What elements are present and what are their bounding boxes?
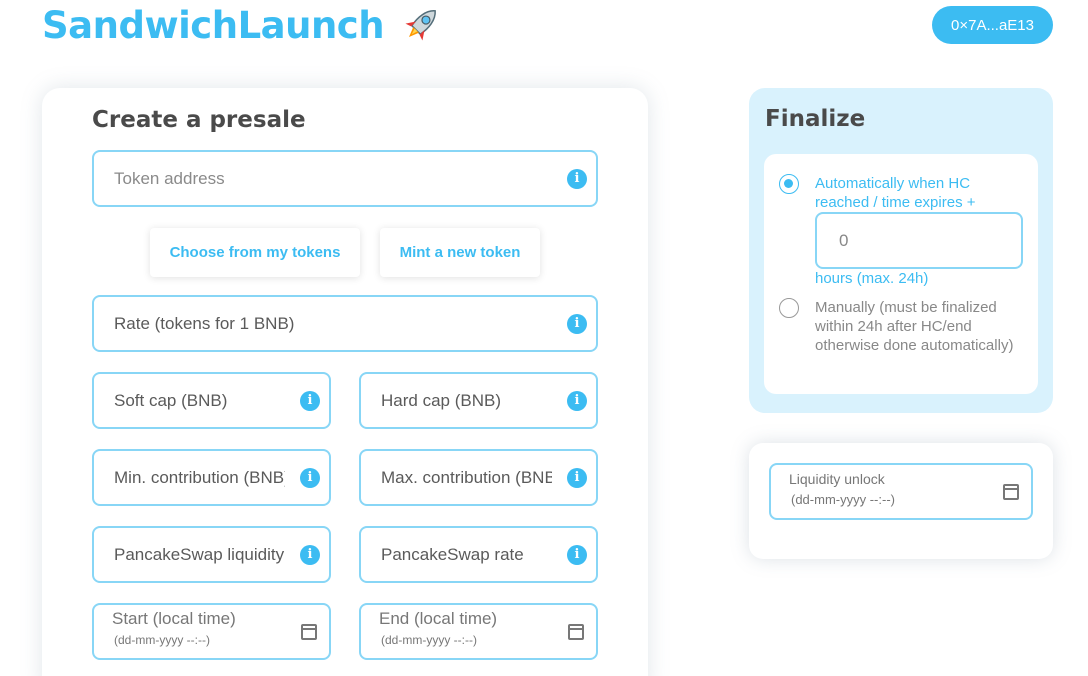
calendar-icon[interactable]: [301, 624, 317, 640]
hours-note: hours (max. 24h): [815, 270, 929, 287]
token-address-placeholder: Token address: [114, 168, 225, 188]
rate-input[interactable]: Rate (tokens for 1 BNB) i: [92, 295, 598, 352]
start-time-input[interactable]: Start (local time) (dd-mm-yyyy --:--): [92, 603, 331, 660]
calendar-icon[interactable]: [568, 624, 584, 640]
pancakeswap-rate-label: PancakeSwap rate: [381, 544, 524, 564]
pancakeswap-rate-input[interactable]: PancakeSwap rate i: [359, 526, 598, 583]
info-icon[interactable]: i: [567, 544, 587, 565]
brand: SandwichLaunch: [42, 2, 444, 48]
pancakeswap-liquidity-input[interactable]: PancakeSwap liquidity (%) i: [92, 526, 331, 583]
info-icon[interactable]: i: [300, 544, 320, 565]
finalize-card: Finalize Automatically when HC reached /…: [749, 88, 1053, 413]
soft-cap-input[interactable]: Soft cap (BNB) i: [92, 372, 331, 429]
min-contribution-label: Min. contribution (BNB): [114, 467, 285, 487]
soft-cap-label: Soft cap (BNB): [114, 390, 228, 410]
info-icon[interactable]: i: [567, 467, 587, 488]
manual-finalize-label[interactable]: Manually (must be finalized within 24h a…: [815, 298, 1030, 355]
info-icon[interactable]: i: [300, 467, 320, 488]
choose-from-my-tokens-button[interactable]: Choose from my tokens: [150, 228, 360, 277]
hard-cap-input[interactable]: Hard cap (BNB) i: [359, 372, 598, 429]
min-contribution-input[interactable]: Min. contribution (BNB) i: [92, 449, 331, 506]
liquidity-unlock-card: Liquidity unlock (dd-mm-yyyy --:--): [749, 443, 1053, 559]
mint-new-token-button[interactable]: Mint a new token: [380, 228, 540, 277]
token-address-input[interactable]: Token address i: [92, 150, 598, 207]
max-contribution-input[interactable]: Max. contribution (BNB) i: [359, 449, 598, 506]
rocket-icon: [405, 10, 436, 41]
end-time-input[interactable]: End (local time) (dd-mm-yyyy --:--): [359, 603, 598, 660]
end-time-label: End (local time): [379, 609, 498, 628]
create-presale-card: Create a presale Token address i Choose …: [42, 88, 648, 676]
info-icon[interactable]: i: [300, 390, 320, 411]
max-contribution-label: Max. contribution (BNB): [381, 467, 552, 487]
info-icon[interactable]: i: [567, 168, 587, 189]
calendar-icon[interactable]: [1003, 484, 1019, 500]
finalize-options: Automatically when HC reached / time exp…: [764, 154, 1038, 394]
liquidity-unlock-input[interactable]: Liquidity unlock (dd-mm-yyyy --:--): [769, 463, 1033, 520]
finalize-title: Finalize: [765, 106, 866, 132]
create-presale-title: Create a presale: [92, 107, 306, 133]
end-time-placeholder: (dd-mm-yyyy --:--): [381, 633, 477, 647]
hours-input[interactable]: 0: [815, 212, 1023, 269]
manual-finalize-radio[interactable]: [779, 298, 799, 318]
liquidity-unlock-label: Liquidity unlock: [789, 471, 885, 487]
info-icon[interactable]: i: [567, 390, 587, 411]
liquidity-unlock-placeholder: (dd-mm-yyyy --:--): [791, 492, 895, 507]
start-time-placeholder: (dd-mm-yyyy --:--): [114, 633, 210, 647]
info-icon[interactable]: i: [567, 313, 587, 334]
wallet-button[interactable]: 0×7A...aE13: [932, 6, 1053, 44]
rate-label: Rate (tokens for 1 BNB): [114, 313, 295, 333]
brand-title: SandwichLaunch: [42, 3, 385, 47]
hard-cap-label: Hard cap (BNB): [381, 390, 501, 410]
auto-finalize-label[interactable]: Automatically when HC reached / time exp…: [815, 174, 1020, 212]
auto-finalize-radio[interactable]: [779, 174, 799, 194]
pancakeswap-liquidity-label: PancakeSwap liquidity (%): [114, 544, 285, 564]
start-time-label: Start (local time): [112, 609, 236, 628]
